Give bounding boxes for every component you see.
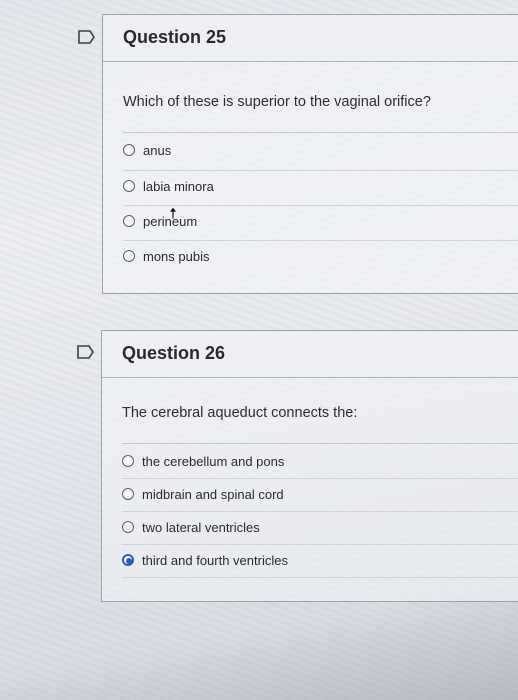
answer-option[interactable]: two lateral ventricles bbox=[122, 510, 518, 544]
answer-label: anus bbox=[143, 142, 172, 158]
answer-label: third and fourth ventricles bbox=[142, 552, 288, 568]
answer-option[interactable]: anus bbox=[123, 133, 518, 167]
radio-button[interactable] bbox=[123, 180, 135, 192]
radio-button[interactable] bbox=[122, 521, 134, 533]
mouse-cursor-icon bbox=[168, 206, 180, 220]
question-header: Question 25 bbox=[103, 15, 518, 62]
radio-button[interactable] bbox=[123, 144, 135, 156]
divider bbox=[122, 577, 518, 578]
radio-button[interactable] bbox=[122, 455, 134, 467]
answer-label: labia minora bbox=[143, 178, 214, 194]
question-card: Question 26 The cerebral aqueduct connec… bbox=[101, 330, 518, 602]
flag-icon[interactable] bbox=[77, 345, 95, 359]
radio-button[interactable] bbox=[123, 215, 135, 227]
answer-option[interactable]: mons pubis bbox=[123, 239, 518, 273]
answer-label: the cerebellum and pons bbox=[142, 453, 285, 469]
question-title: Question 25 bbox=[123, 27, 227, 47]
radio-button-selected[interactable] bbox=[122, 554, 134, 566]
answer-option[interactable]: perineum bbox=[123, 204, 518, 238]
answer-option[interactable]: third and fourth ventricles bbox=[122, 543, 518, 577]
question-prompt: The cerebral aqueduct connects the: bbox=[122, 405, 358, 421]
answer-option[interactable]: the cerebellum and pons bbox=[122, 444, 518, 478]
answer-option[interactable]: midbrain and spinal cord bbox=[122, 477, 518, 511]
radio-button[interactable] bbox=[122, 488, 134, 500]
radio-button[interactable] bbox=[123, 250, 135, 262]
answer-label: two lateral ventricles bbox=[142, 519, 260, 535]
answer-label: midbrain and spinal cord bbox=[142, 486, 284, 502]
answer-option[interactable]: labia minora bbox=[123, 169, 518, 203]
question-prompt: Which of these is superior to the vagina… bbox=[123, 94, 431, 110]
question-title: Question 26 bbox=[122, 343, 226, 363]
question-header: Question 26 bbox=[102, 331, 518, 378]
answer-label: mons pubis bbox=[143, 248, 210, 264]
question-card: Question 25 Which of these is superior t… bbox=[102, 14, 518, 294]
flag-icon[interactable] bbox=[78, 30, 96, 44]
